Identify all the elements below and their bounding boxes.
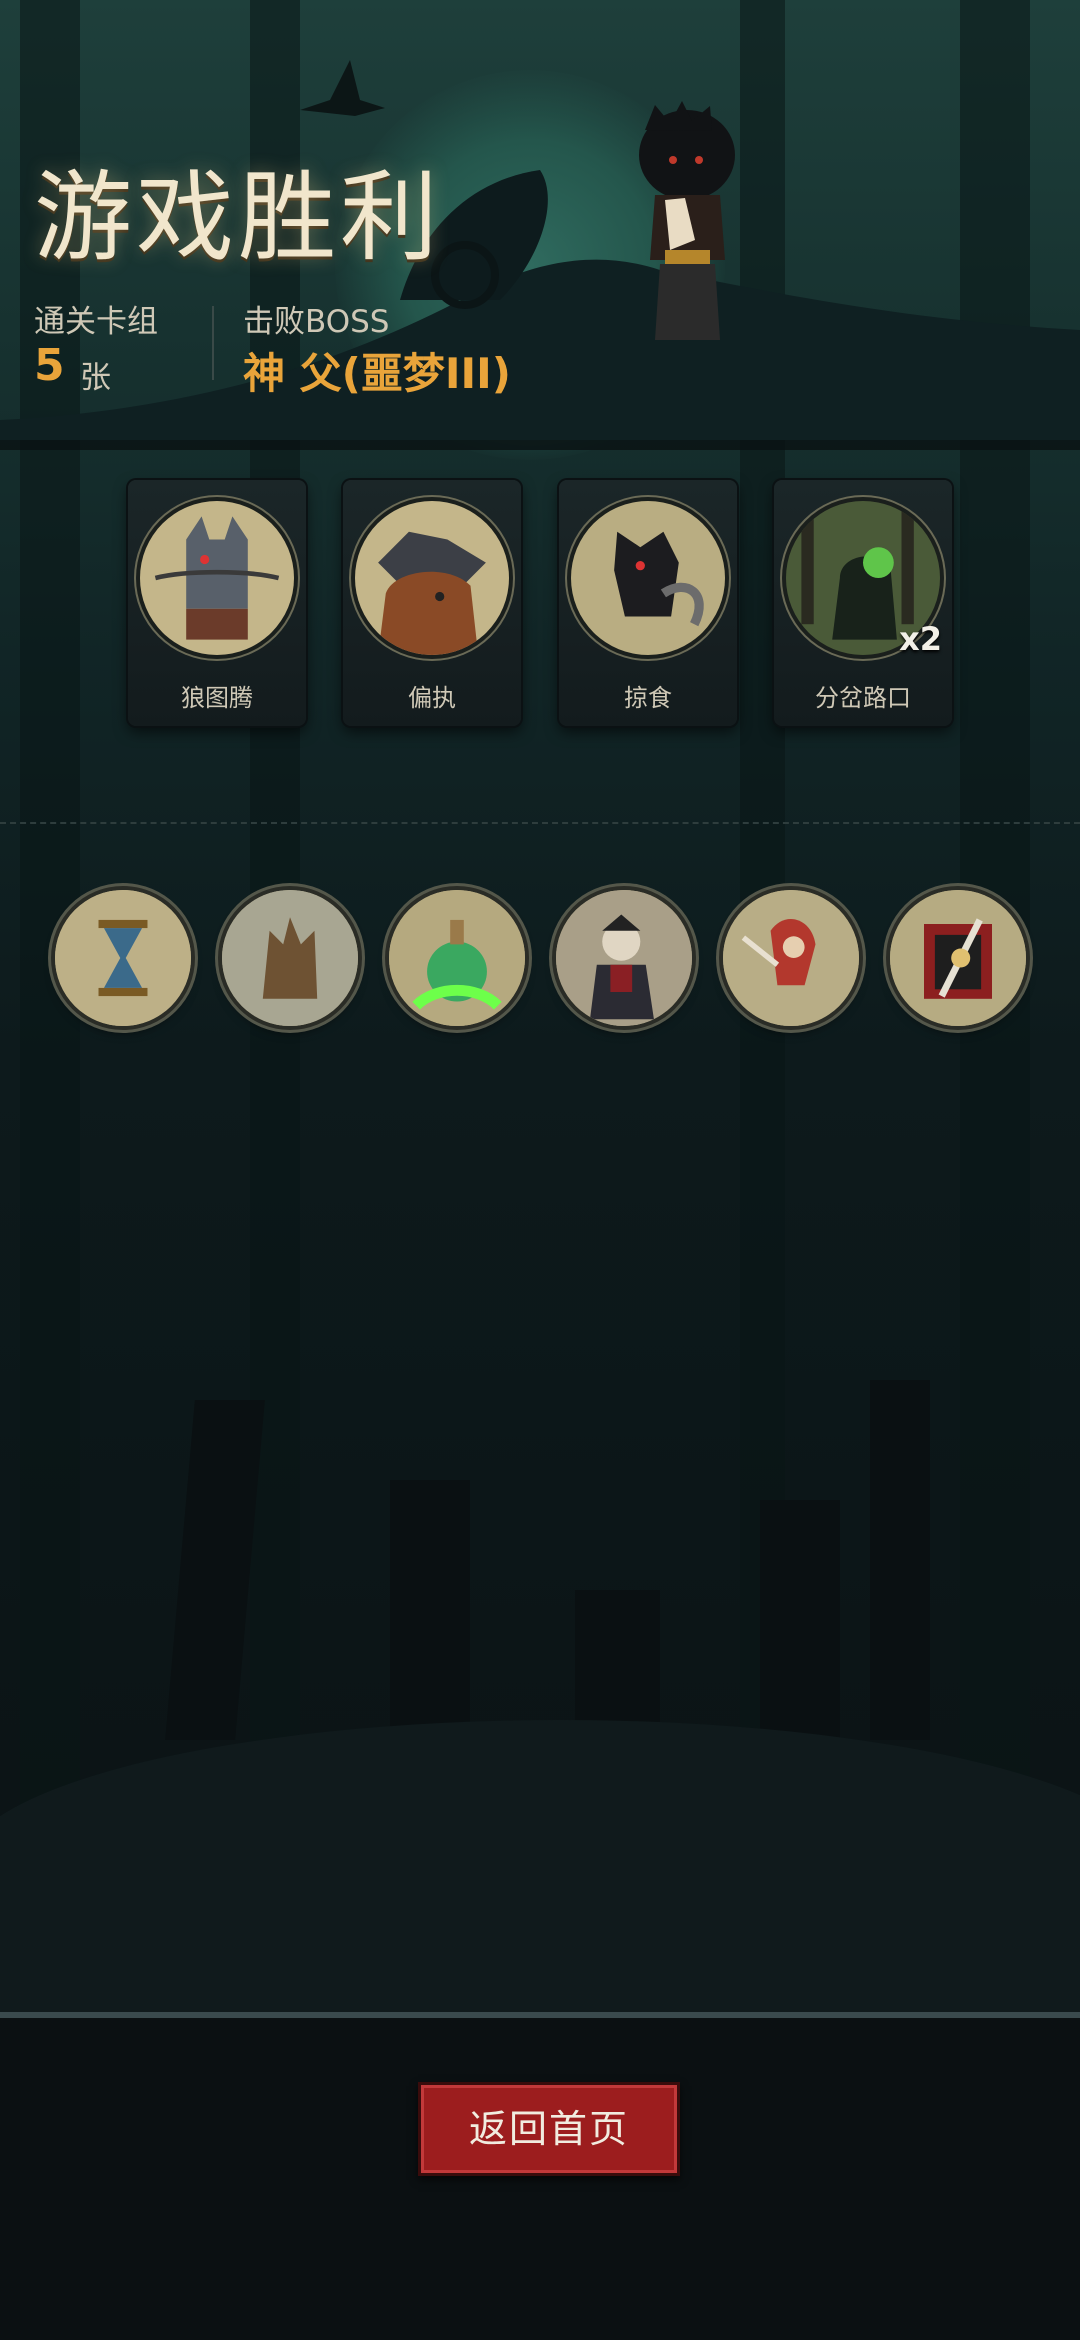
section-divider — [0, 822, 1080, 824]
boss-card[interactable]: x2 分岔路口 — [774, 480, 952, 726]
hourglass-icon[interactable] — [55, 890, 191, 1026]
predator-wolf-icon — [571, 501, 725, 655]
standing-stone — [390, 1480, 470, 1760]
bottom-ground — [0, 2018, 1080, 2340]
wolf-totem-icon — [140, 501, 294, 655]
boss-name: 神 父(噩梦III) — [243, 349, 511, 398]
boss-name-label: 偏执 — [408, 684, 456, 712]
tree-stump-icon[interactable] — [222, 890, 358, 1026]
foreground-hill — [0, 1720, 1080, 2020]
standing-stone — [760, 1500, 840, 1760]
page-title: 游戏胜利 — [34, 161, 443, 275]
deck-unit: 张 — [80, 360, 111, 396]
sword-banner-icon[interactable] — [890, 890, 1026, 1026]
boss-name-label: 掠食 — [624, 684, 672, 712]
boss-card[interactable]: 掠食 — [559, 480, 737, 726]
deck-count: 5 — [34, 340, 65, 391]
boss-card[interactable]: 狼图腾 — [128, 480, 306, 726]
boss-name-label: 狼图腾 — [181, 684, 253, 712]
character-illustration — [639, 101, 735, 340]
red-hood-icon[interactable] — [723, 890, 859, 1026]
return-home-button[interactable]: 返回首页 — [418, 2082, 680, 2176]
deck-label: 通关卡组 — [34, 304, 158, 340]
footer-divider — [0, 2012, 1080, 2018]
boss-card[interactable]: 偏执 — [343, 480, 521, 726]
stats-divider — [212, 306, 214, 380]
werewolf-bear-icon — [355, 501, 509, 655]
standing-stone — [870, 1380, 930, 1740]
boss-count-badge: x2 — [899, 620, 942, 658]
green-potion-icon[interactable] — [389, 890, 525, 1026]
boss-name-label: 分岔路口 — [815, 684, 911, 712]
forest-background — [0, 0, 1080, 2340]
vampire-icon[interactable] — [556, 890, 692, 1026]
boss-label: 击败BOSS — [243, 304, 390, 340]
